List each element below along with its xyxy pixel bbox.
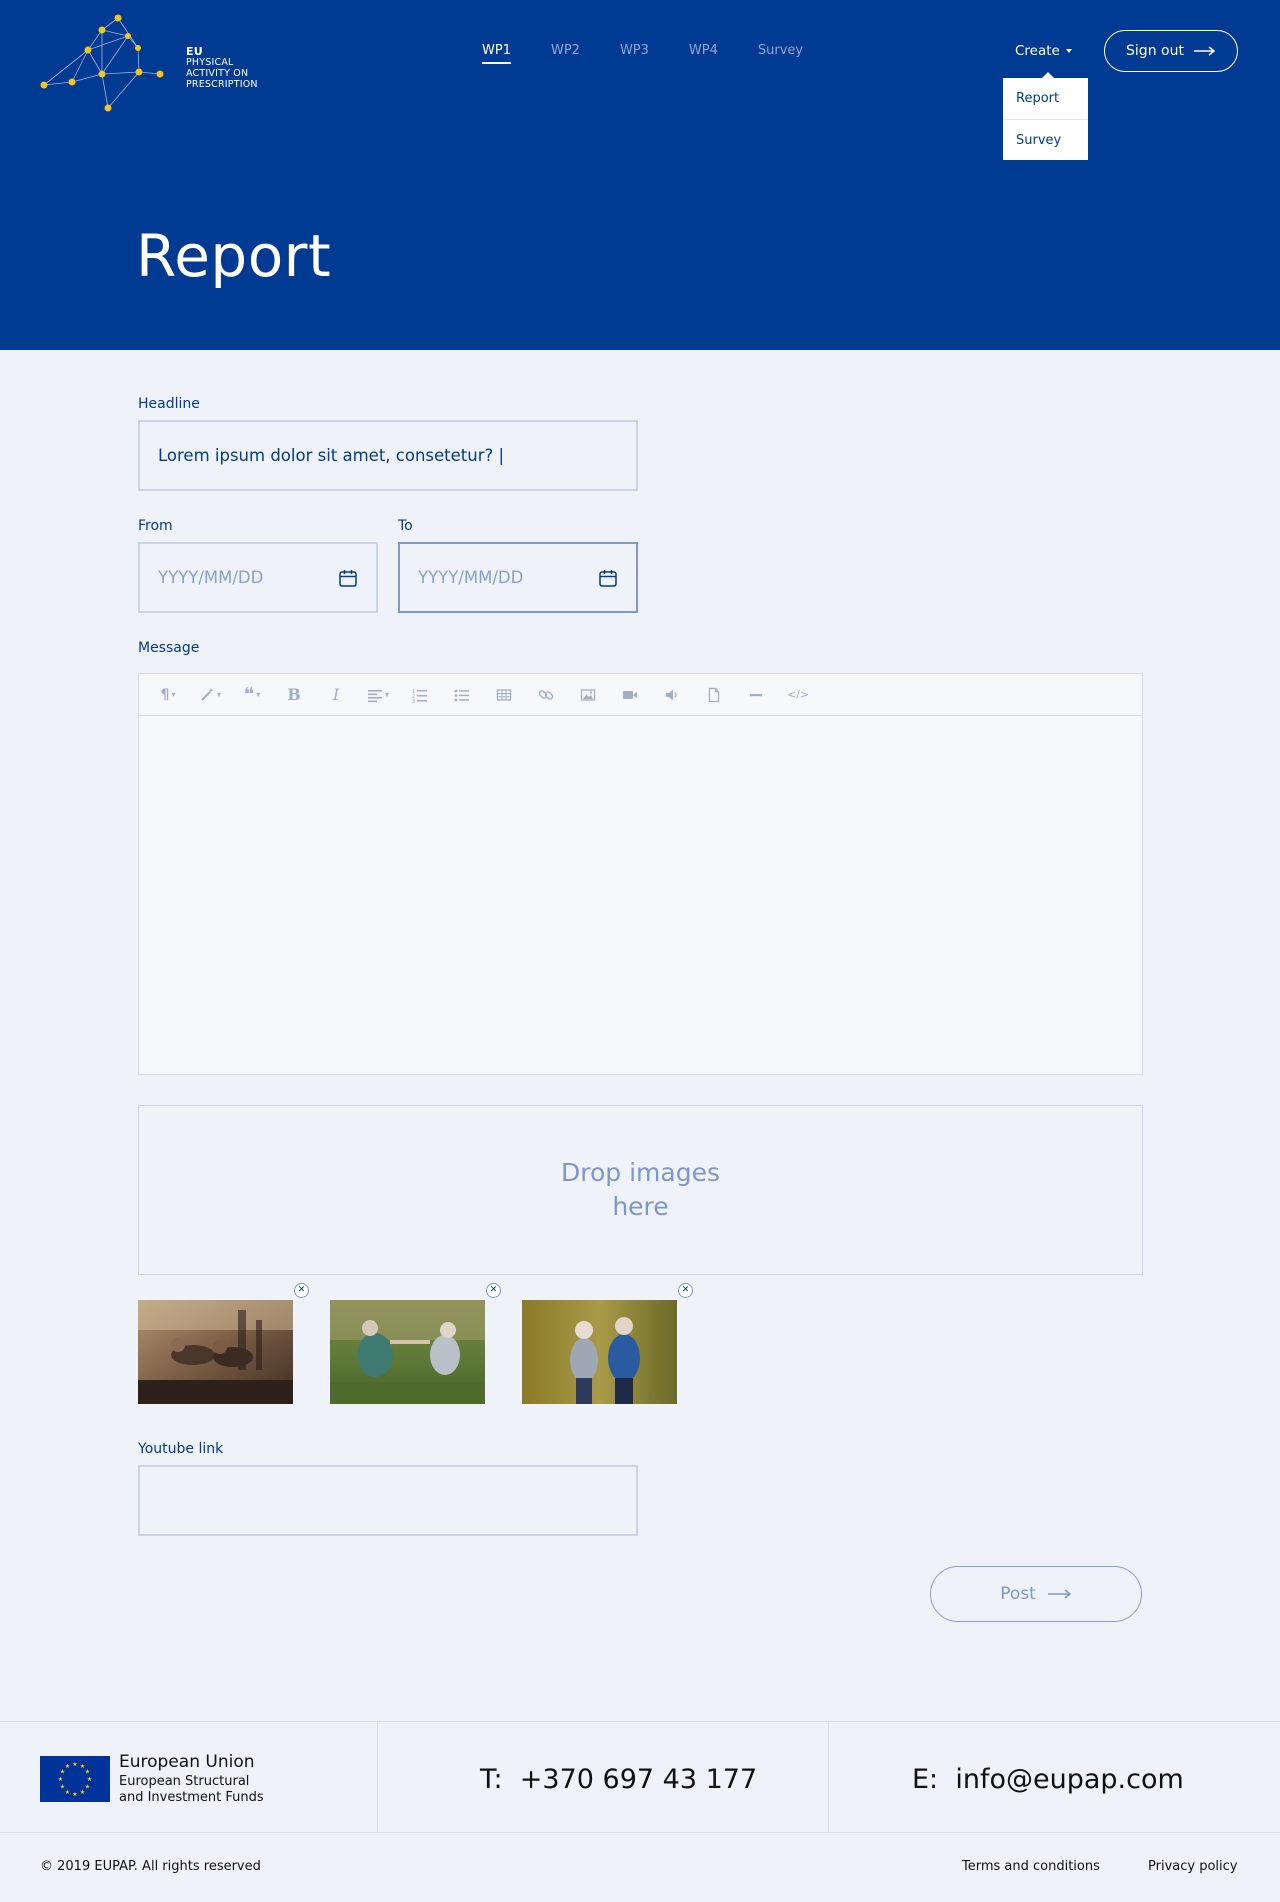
svg-text:★: ★ (60, 1784, 65, 1791)
remove-image-3-button[interactable]: ✕ (678, 1283, 693, 1298)
remove-image-1-button[interactable]: ✕ (294, 1283, 309, 1298)
from-date-placeholder: YYYY/MM/DD (158, 568, 264, 587)
hero-header: EU PHYSICAL ACTIVITY ON PRESCRIPTION WP1… (0, 0, 1280, 350)
uploaded-image-2[interactable] (330, 1300, 485, 1404)
unordered-list-icon[interactable] (441, 674, 483, 716)
table-icon[interactable] (483, 674, 525, 716)
svg-text:★: ★ (85, 1769, 90, 1776)
audio-icon[interactable] (651, 674, 693, 716)
to-label: To (398, 518, 413, 534)
create-label: Create (1015, 43, 1060, 59)
eu-flag-icon: ★ ★ ★ ★ ★ ★ ★ ★ ★ ★ ★ ★ (40, 1756, 110, 1802)
page-title: Report (136, 222, 332, 290)
italic-icon[interactable]: I (315, 674, 357, 716)
magic-icon[interactable]: ▾ (189, 674, 231, 716)
bold-icon[interactable]: B (273, 674, 315, 716)
eu-subtitle-line-2: and Investment Funds (119, 1790, 264, 1805)
phone-number: +370 697 43 177 (519, 1764, 758, 1795)
svg-text:★: ★ (80, 1789, 85, 1796)
footer: ★ ★ ★ ★ ★ ★ ★ ★ ★ ★ ★ ★ European Union European … (0, 1721, 1280, 1902)
image-icon[interactable] (567, 674, 609, 716)
file-icon[interactable] (693, 674, 735, 716)
logo-line-2: PHYSICAL (186, 57, 234, 68)
logo-line-4: PRESCRIPTION (186, 79, 258, 90)
logo-line-3: ACTIVITY ON (186, 68, 249, 79)
caret-down-icon (1065, 49, 1072, 53)
from-label: From (138, 518, 173, 534)
svg-text:★: ★ (72, 1791, 77, 1798)
svg-text:★: ★ (58, 1776, 63, 1783)
eupap-logo[interactable]: EU PHYSICAL ACTIVITY ON PRESCRIPTION (36, 12, 258, 112)
dropzone-line-1: Drop images (561, 1158, 720, 1187)
quote-icon[interactable]: ❝ ▾ (231, 674, 273, 716)
svg-text:★: ★ (72, 1761, 77, 1768)
copyright-text: © 2019 EUPAP. All rights reserved (40, 1859, 261, 1874)
nav-survey[interactable]: Survey (758, 43, 803, 64)
footer-email[interactable]: E: info@eupap.com (912, 1764, 1184, 1795)
svg-text:★: ★ (65, 1789, 70, 1796)
remove-image-2-button[interactable]: ✕ (486, 1283, 501, 1298)
arrow-right-icon (1047, 1589, 1071, 1599)
nav-wp1[interactable]: WP1 (482, 43, 511, 64)
editor-toolbar: ¶ ▾ ▾ ❝ ▾ B I ▾ 123 </> (139, 674, 1142, 716)
eu-title: European Union (119, 1752, 255, 1772)
code-view-icon[interactable]: </> (777, 674, 819, 716)
calendar-icon[interactable] (338, 568, 358, 588)
paragraph-icon[interactable]: ¶ ▾ (147, 674, 189, 716)
uploaded-image-1[interactable] (138, 1300, 293, 1404)
svg-text:★: ★ (65, 1763, 70, 1770)
create-dropdown: Report Survey (1003, 72, 1088, 160)
message-label: Message (138, 640, 200, 656)
nav-wp4[interactable]: WP4 (689, 43, 718, 64)
calendar-icon[interactable] (598, 568, 618, 588)
logo-text: EU PHYSICAL ACTIVITY ON PRESCRIPTION (186, 46, 258, 90)
video-icon[interactable] (609, 674, 651, 716)
dropzone-line-2: here (612, 1192, 669, 1221)
message-editor[interactable]: ¶ ▾ ▾ ❝ ▾ B I ▾ 123 </> (138, 673, 1143, 1075)
footer-eu-column: ★ ★ ★ ★ ★ ★ ★ ★ ★ ★ ★ ★ European Union European … (0, 1722, 378, 1832)
eu-subtitle-line-1: European Structural (119, 1774, 250, 1789)
dropdown-item-report[interactable]: Report (1003, 78, 1088, 119)
create-menu-button[interactable]: Create (1015, 43, 1072, 59)
headline-input[interactable]: Lorem ipsum dolor sit amet, consetetur? … (138, 420, 638, 491)
gym-pushup-photo (138, 1300, 293, 1404)
dropdown-item-survey[interactable]: Survey (1003, 119, 1088, 160)
email-prefix: E: (912, 1764, 939, 1795)
horizontal-rule-icon[interactable] (735, 674, 777, 716)
to-date-input[interactable]: YYYY/MM/DD (398, 542, 638, 613)
arrow-right-icon (1193, 46, 1216, 56)
svg-text:3: 3 (412, 699, 415, 703)
svg-text:★: ★ (85, 1784, 90, 1791)
nav-wp3[interactable]: WP3 (620, 43, 649, 64)
headline-label: Headline (138, 396, 200, 412)
logo-line-1: EU (186, 45, 203, 58)
phone-prefix: T: (480, 1764, 503, 1795)
post-label: Post (1000, 1584, 1036, 1604)
link-icon[interactable] (525, 674, 567, 716)
dropzone-text: Drop images here (561, 1156, 720, 1224)
headline-value: Lorem ipsum dolor sit amet, consetetur? … (158, 446, 505, 465)
couple-jogging-photo (522, 1300, 677, 1404)
to-date-placeholder: YYYY/MM/DD (418, 568, 524, 587)
eu-subtitle: European Structural and Investment Funds (119, 1774, 264, 1806)
align-icon[interactable]: ▾ (357, 674, 399, 716)
terms-link[interactable]: Terms and conditions (962, 1859, 1100, 1874)
privacy-link[interactable]: Privacy policy (1148, 1859, 1237, 1874)
image-dropzone[interactable]: Drop images here (138, 1105, 1143, 1275)
park-stretching-photo (330, 1300, 485, 1404)
youtube-link-input[interactable] (138, 1465, 638, 1536)
youtube-link-label: Youtube link (138, 1441, 224, 1457)
email-address: info@eupap.com (955, 1764, 1184, 1795)
sign-out-label: Sign out (1126, 43, 1184, 59)
from-date-input[interactable]: YYYY/MM/DD (138, 542, 378, 613)
ordered-list-icon[interactable]: 123 (399, 674, 441, 716)
nav-wp2[interactable]: WP2 (551, 43, 580, 64)
uploaded-image-3[interactable] (522, 1300, 677, 1404)
footer-phone[interactable]: T: +370 697 43 177 (480, 1764, 757, 1795)
svg-text:★: ★ (87, 1776, 92, 1783)
post-button[interactable]: Post (930, 1566, 1142, 1622)
main-nav: WP1 WP2 WP3 WP4 Survey (482, 43, 843, 64)
sign-out-button[interactable]: Sign out (1104, 30, 1238, 72)
